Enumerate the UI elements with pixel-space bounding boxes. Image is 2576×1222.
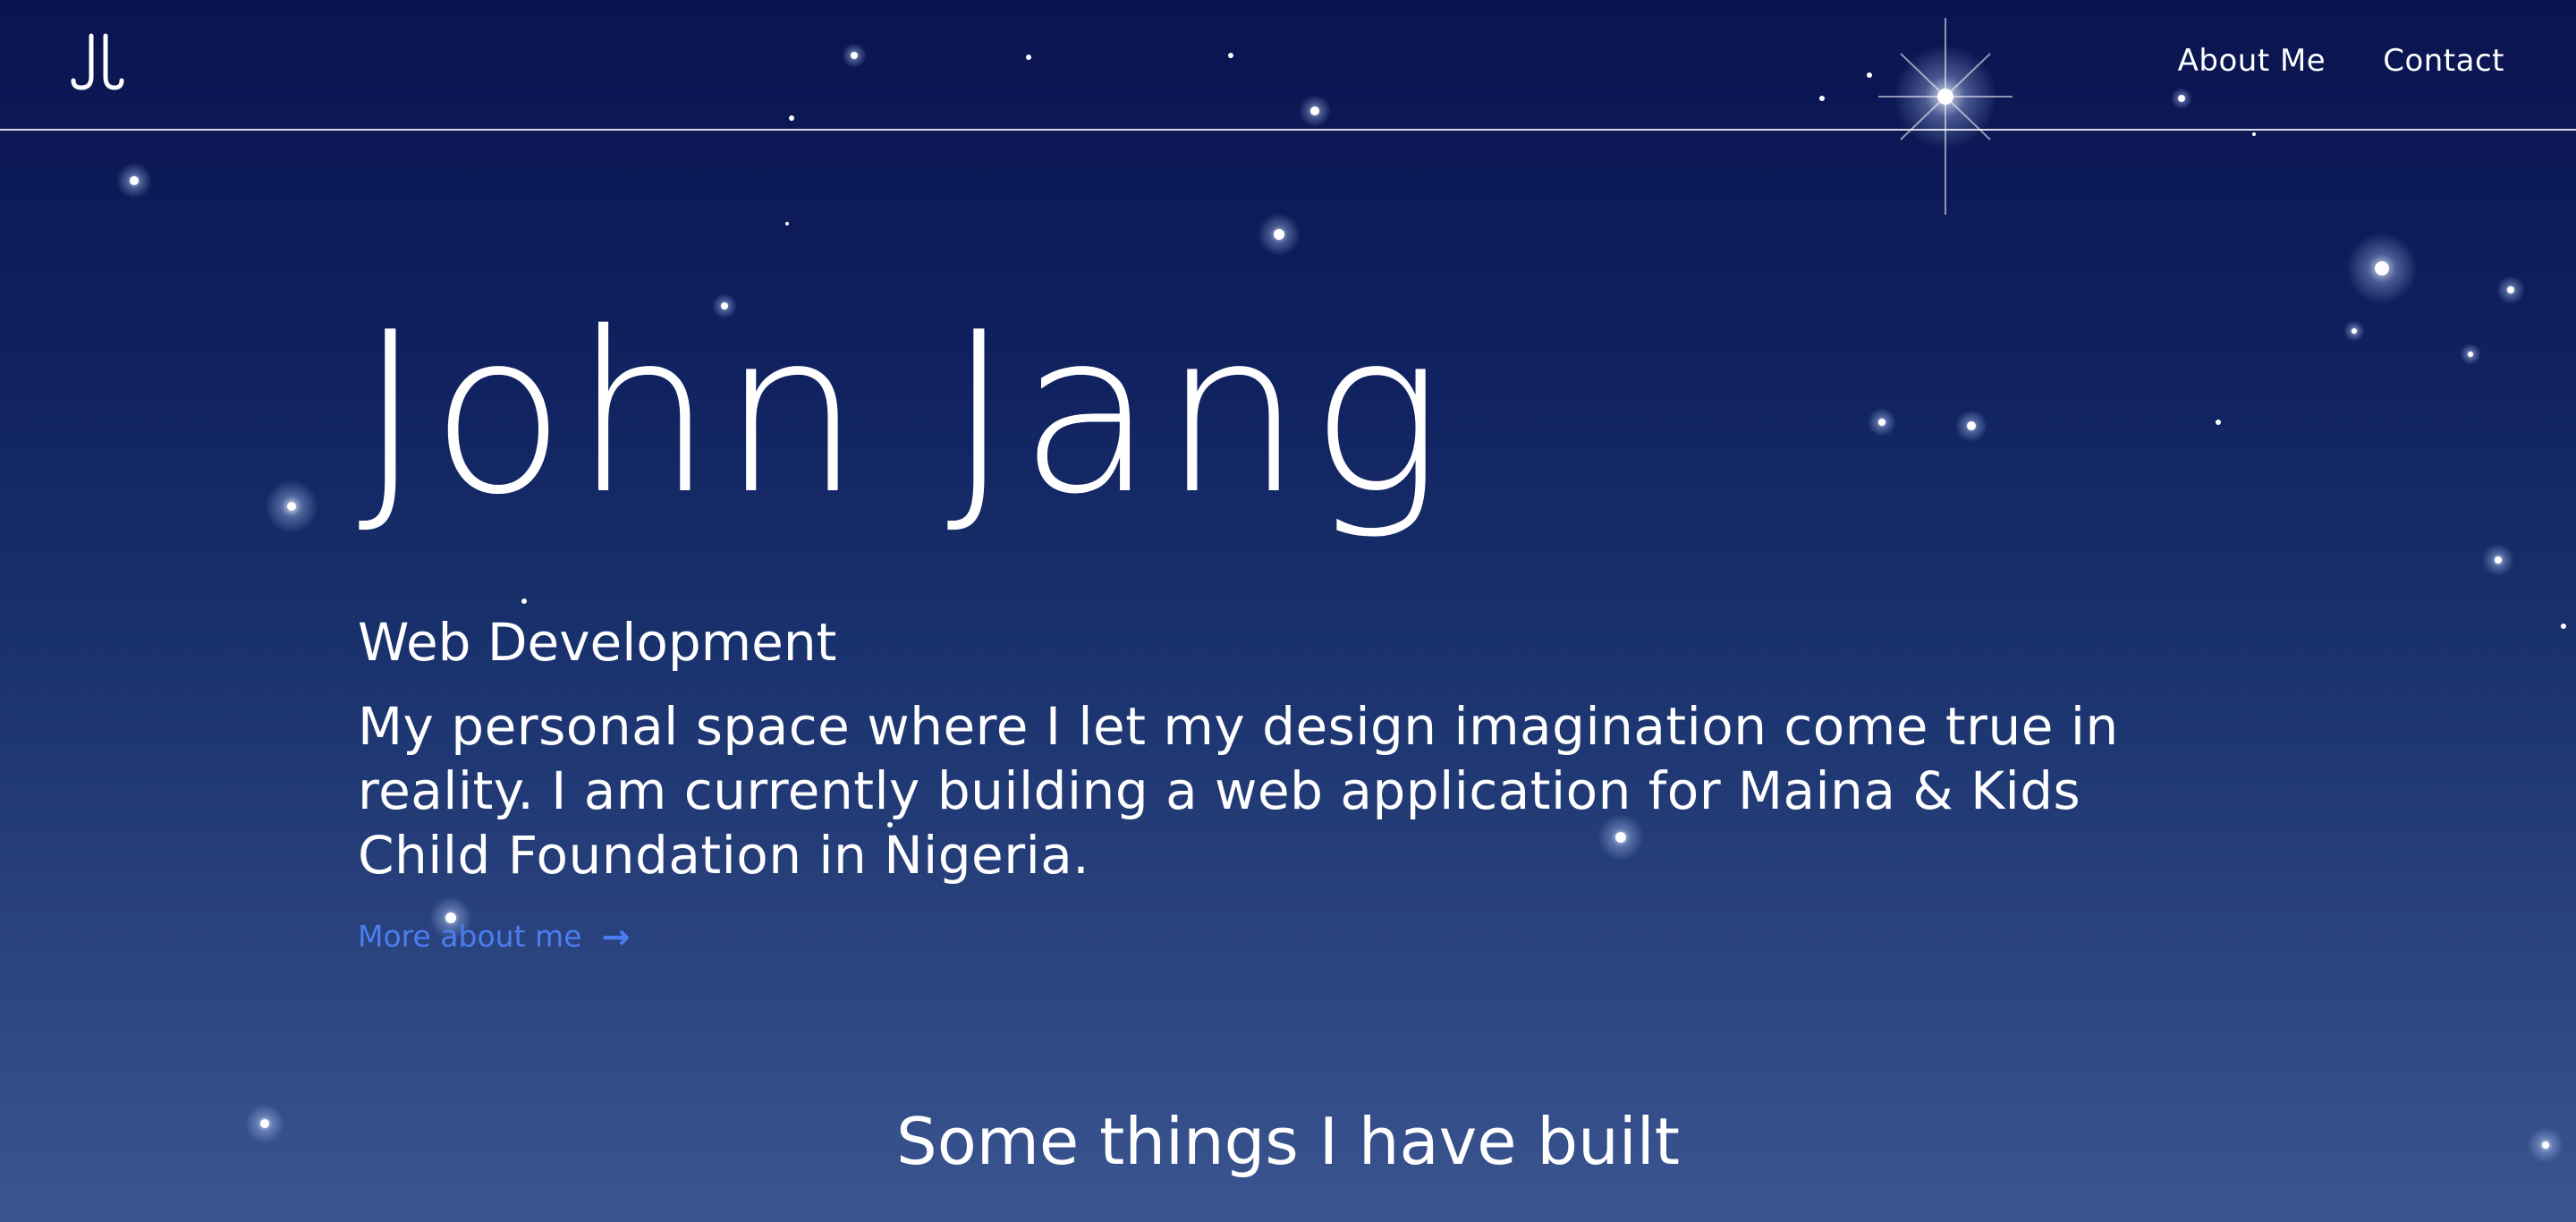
hero-subtitle: Web Development xyxy=(358,612,837,673)
nav-contact-link[interactable]: Contact xyxy=(2383,36,2504,86)
jj-monogram-icon[interactable] xyxy=(70,30,125,97)
arrow-right-icon: → xyxy=(601,917,631,956)
hero-name-heading: John Jang xyxy=(358,285,1451,543)
more-about-me-label: More about me xyxy=(358,919,582,954)
nav-about-me-link[interactable]: About Me xyxy=(2178,36,2326,86)
hero-section: John Jang Web Development My personal sp… xyxy=(358,284,2236,959)
main-nav: About Me Contact xyxy=(2178,36,2504,86)
projects-section-heading: Some things I have built xyxy=(896,1104,1680,1179)
hero-description: My personal space where I let my design … xyxy=(358,696,2119,886)
top-navigation-bar: About Me Contact xyxy=(0,0,2576,131)
more-about-me-link[interactable]: More about me → xyxy=(358,914,630,959)
